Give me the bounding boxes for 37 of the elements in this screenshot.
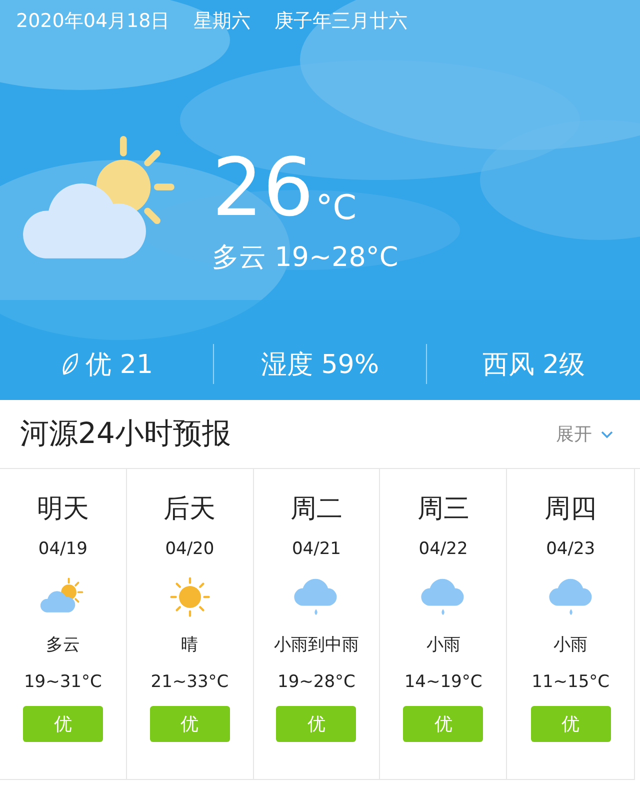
stat-text: 湿度 59% [260,348,380,382]
lunar-date-text: 庚子年三月廿六 [274,9,408,34]
temperature-range: 11~15°C [532,672,610,692]
day-condition: 晴 [181,634,198,656]
date-text: 2020年04月18日 [16,9,170,34]
day-name: 后天 [164,493,216,526]
day-condition: 小雨到中雨 [274,634,359,656]
air-quality-badge: 优 [530,706,611,742]
day-name: 明天 [36,493,89,526]
temperature-range: 19~31°C [24,672,102,692]
temperature-range: 19~28°C [278,672,356,692]
temperature-range: 21~33°C [150,672,229,692]
stat-text: 优 21 [86,348,154,382]
temperature: 26 [212,146,314,230]
weekday-text: 星期六 [194,9,251,34]
temperature-unit: °C [316,187,357,230]
air-quality-badge: 优 [403,706,484,742]
air-quality-badge: 优 [276,706,356,742]
day-name: 周四 [544,493,597,526]
day-date: 04/20 [165,539,214,559]
stat-text: 西风 2级 [482,348,586,382]
day-condition: 多云 [46,634,80,656]
day-condition: 小雨 [554,634,588,656]
air-quality-badge: 优 [22,706,103,742]
expand-button[interactable]: 展开 [556,422,614,446]
day-date: 04/23 [546,539,596,559]
day-date: 04/22 [418,539,468,559]
weather-summary: 多云 19~28°C [212,241,398,275]
chevron-icon [600,428,614,440]
day-date: 04/19 [38,539,88,559]
forecast-title: 河源24小时预报 [20,415,231,452]
day-condition: 小雨 [426,634,460,656]
air-quality-badge: 优 [150,706,230,742]
day-name: 周二 [290,493,342,526]
temperature-range: 14~19°C [404,672,482,692]
day-date: 04/21 [292,539,341,559]
day-name: 周三 [417,493,470,526]
